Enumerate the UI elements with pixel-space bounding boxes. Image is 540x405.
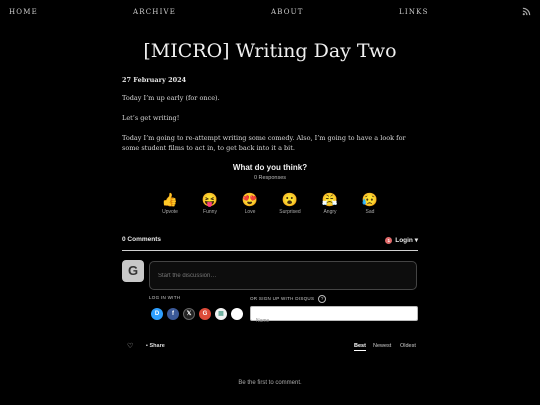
nav-about-link[interactable]: ABOUT — [271, 8, 304, 16]
name-input[interactable] — [251, 314, 417, 328]
sort-best-tab[interactable]: Best — [354, 343, 366, 351]
sad-face-icon: 😥 — [361, 192, 379, 207]
heart-eyes-icon: 😍 — [241, 192, 259, 207]
post-date: 27 February 2024 — [122, 76, 187, 84]
reaction-funny[interactable]: 😝 Funny — [195, 192, 225, 215]
reaction-label: Angry — [323, 209, 337, 215]
reaction-label: Funny — [203, 209, 217, 215]
log-in-with-label: LOG IN WITH — [149, 295, 181, 300]
microsoft-icon[interactable]: ▦ — [215, 308, 227, 320]
comment-input[interactable] — [150, 262, 416, 290]
sign-up-text: OR SIGN UP WITH DISQUS — [250, 296, 315, 302]
comment-box[interactable] — [149, 261, 417, 290]
post-paragraph: Today I’m going to re-attempt writing so… — [122, 134, 406, 152]
post-paragraph: Today I’m up early (for once). — [122, 94, 220, 102]
notification-badge: 1 — [385, 236, 393, 244]
reaction-love[interactable]: 😍 Love — [235, 192, 265, 215]
post-title: [MICRO] Writing Day Two — [143, 40, 397, 62]
x-icon[interactable]: 𝕏 — [183, 308, 195, 320]
sort-newest-tab[interactable]: Newest — [373, 343, 391, 349]
reaction-surprised[interactable]: 😮 Surprised — [275, 192, 305, 215]
responses-count: 0 Responses — [253, 175, 287, 181]
share-button[interactable]: ▪ Share — [146, 343, 165, 349]
sort-oldest-tab[interactable]: Oldest — [400, 343, 416, 349]
reactions-heading: What do you think? — [232, 163, 308, 172]
avatar: G — [122, 260, 144, 282]
reaction-label: Upvote — [162, 209, 178, 215]
nav-archive-link[interactable]: ARCHIVE — [133, 8, 176, 16]
rss-icon[interactable] — [522, 7, 531, 16]
reaction-label: Love — [244, 209, 256, 215]
reaction-angry[interactable]: 😤 Angry — [315, 192, 345, 215]
disqus-icon[interactable]: D — [151, 308, 163, 320]
share-label: Share — [149, 343, 165, 349]
thumbs-up-icon: 👍 — [161, 192, 179, 207]
reaction-label: Sad — [365, 209, 375, 215]
reaction-label: Surprised — [279, 209, 301, 215]
share-icon: ▪ — [146, 343, 148, 349]
name-field[interactable] — [250, 306, 418, 328]
comments-count: 0 Comments — [122, 236, 162, 243]
google-icon[interactable]: G — [199, 308, 211, 320]
reaction-upvote[interactable]: 👍 Upvote — [155, 192, 185, 215]
facebook-icon[interactable]: f — [167, 308, 179, 320]
login-dropdown[interactable]: 1 Login ▾ — [385, 236, 418, 244]
angry-face-icon: 😤 — [321, 192, 339, 207]
post-paragraph: Let’s get writing! — [122, 114, 180, 122]
heart-icon[interactable]: ♡ — [127, 342, 133, 350]
apple-icon[interactable] — [231, 308, 243, 320]
reaction-sad[interactable]: 😥 Sad — [355, 192, 385, 215]
login-label: Login — [395, 237, 413, 244]
top-nav: HOME ARCHIVE ABOUT LINKS — [0, 7, 540, 18]
tongue-face-icon: 😝 — [201, 192, 219, 207]
chevron-down-icon: ▾ — [414, 237, 418, 244]
help-icon[interactable]: ? — [318, 295, 327, 303]
nav-home-link[interactable]: HOME — [9, 8, 38, 16]
comments-header: 0 Comments 1 Login ▾ — [122, 234, 418, 251]
nav-links-link[interactable]: LINKS — [399, 8, 429, 16]
sign-up-label: OR SIGN UP WITH DISQUS? — [250, 295, 327, 303]
empty-comments-message: Be the first to comment. — [238, 380, 302, 386]
surprised-face-icon: 😮 — [281, 192, 299, 207]
